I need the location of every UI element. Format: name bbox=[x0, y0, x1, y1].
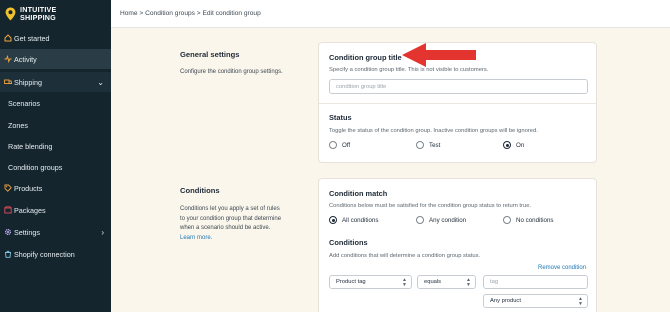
status-radio-on[interactable]: On bbox=[503, 141, 524, 149]
radio-circle[interactable] bbox=[329, 141, 337, 149]
match-radio-all[interactable]: All conditions bbox=[329, 216, 378, 224]
input-placeholder: condition group title bbox=[336, 83, 387, 90]
red-arrow-annotation bbox=[402, 43, 476, 67]
input-placeholder: tag bbox=[490, 279, 499, 285]
conditions-list-help: Add conditions that will determine a con… bbox=[329, 253, 481, 259]
sidebar-item-label: Get started bbox=[14, 33, 50, 43]
activity-icon bbox=[4, 55, 12, 63]
sidebar-item-label: Rate blending bbox=[8, 141, 53, 151]
condition-operator-select[interactable]: equals ▲ ▼ bbox=[417, 275, 476, 289]
condition-group-title-heading: Condition group title bbox=[329, 53, 402, 62]
condition-match-heading: Condition match bbox=[329, 189, 388, 198]
learn-more-link[interactable]: Learn more. bbox=[180, 234, 281, 244]
radio-label: No conditions bbox=[516, 216, 554, 224]
condition-value-input[interactable]: tag bbox=[483, 275, 588, 289]
status-heading: Status bbox=[329, 113, 352, 122]
conditions-description: Conditions let you apply a set of rules … bbox=[180, 205, 281, 243]
condition-scope-select[interactable]: Any product ▲ ▼ bbox=[483, 294, 588, 308]
sidebar-item-label: Scenarios bbox=[8, 98, 40, 108]
sidebar: INTUITIVE SHIPPING Get started Activity … bbox=[0, 0, 111, 312]
sidebar-item-scenarios[interactable]: Scenarios bbox=[0, 93, 111, 113]
radio-circle[interactable] bbox=[416, 216, 424, 224]
brand-name: INTUITIVE SHIPPING bbox=[20, 6, 57, 22]
description-line: when a scenario should be active. bbox=[180, 225, 271, 231]
condition-group-title-input[interactable]: condition group title bbox=[329, 79, 588, 94]
sidebar-item-packages[interactable]: Packages bbox=[0, 200, 111, 220]
gear-icon bbox=[4, 228, 12, 236]
radio-circle[interactable] bbox=[503, 216, 511, 224]
sidebar-item-label: Condition groups bbox=[8, 162, 63, 172]
description-line: to your condition group that determine bbox=[180, 215, 282, 222]
sidebar-item-shipping[interactable]: Shipping ⌄ bbox=[0, 72, 111, 92]
radio-label: Test bbox=[429, 141, 441, 149]
sidebar-item-get-started[interactable]: Get started bbox=[0, 28, 111, 48]
chevron-down-icon: ⌄ bbox=[97, 77, 104, 87]
conditions-title: Conditions bbox=[180, 186, 220, 195]
remove-condition-link[interactable]: Remove condition bbox=[538, 265, 586, 271]
select-arrows-icon: ▲ ▼ bbox=[402, 277, 407, 288]
sidebar-item-products[interactable]: Products bbox=[0, 178, 111, 198]
radio-circle-selected[interactable] bbox=[329, 216, 337, 224]
sidebar-item-label: Products bbox=[14, 183, 43, 193]
conditions-list-heading: Conditions bbox=[329, 238, 368, 247]
sidebar-item-condition-groups[interactable]: Condition groups bbox=[0, 157, 111, 177]
radio-circle[interactable] bbox=[416, 141, 424, 149]
general-settings-title: General settings bbox=[180, 50, 240, 59]
tag-icon bbox=[4, 184, 12, 192]
status-radio-off[interactable]: Off bbox=[329, 141, 350, 149]
sidebar-item-label: Shopify connection bbox=[14, 249, 75, 259]
status-radio-test[interactable]: Test bbox=[416, 141, 440, 149]
condition-field-select[interactable]: Product tag ▲ ▼ bbox=[329, 275, 412, 289]
sidebar-item-rate-blending[interactable]: Rate blending bbox=[0, 136, 111, 156]
sidebar-item-settings[interactable]: Settings › bbox=[0, 222, 111, 242]
radio-label: Off bbox=[342, 141, 351, 149]
radio-circle-selected[interactable] bbox=[503, 141, 511, 149]
sidebar-item-label: Shipping bbox=[14, 77, 42, 87]
top-header: Home > Condition groups > Edit condition… bbox=[111, 0, 670, 28]
sidebar-item-label: Settings bbox=[14, 227, 40, 237]
select-arrows-icon: ▲ ▼ bbox=[578, 296, 583, 307]
sidebar-item-zones[interactable]: Zones bbox=[0, 115, 111, 135]
shopify-icon bbox=[4, 250, 12, 258]
select-arrows-icon: ▲ ▼ bbox=[466, 277, 471, 288]
home-icon bbox=[4, 34, 12, 42]
radio-label: All conditions bbox=[342, 216, 379, 224]
select-value: Product tag bbox=[336, 279, 366, 285]
match-radio-none[interactable]: No conditions bbox=[503, 216, 554, 224]
truck-icon bbox=[4, 78, 12, 86]
location-pin-icon bbox=[5, 7, 16, 21]
select-value: Any product bbox=[490, 298, 521, 304]
sidebar-item-shopify-connection[interactable]: Shopify connection bbox=[0, 244, 111, 264]
logo[interactable]: INTUITIVE SHIPPING bbox=[0, 0, 111, 28]
chevron-right-icon: › bbox=[101, 227, 104, 237]
sidebar-item-label: Activity bbox=[14, 54, 37, 64]
status-help: Toggle the status of the condition group… bbox=[329, 128, 538, 134]
sidebar-item-label: Packages bbox=[14, 205, 46, 215]
radio-label: Any condition bbox=[429, 216, 467, 224]
sidebar-item-label: Zones bbox=[8, 120, 28, 130]
breadcrumb[interactable]: Home > Condition groups > Edit condition… bbox=[120, 10, 261, 17]
condition-match-help: Conditions below must be satisfied for t… bbox=[329, 203, 532, 209]
match-radio-any[interactable]: Any condition bbox=[416, 216, 466, 224]
conditions-card: Condition match Conditions below must be… bbox=[318, 178, 597, 312]
select-value: equals bbox=[424, 279, 442, 285]
divider bbox=[319, 103, 596, 104]
description-line: Conditions let you apply a set of rules bbox=[180, 206, 280, 212]
general-settings-description: Configure the condition group settings. bbox=[180, 69, 283, 75]
sidebar-item-activity[interactable]: Activity bbox=[0, 49, 111, 69]
brand-line-2: SHIPPING bbox=[20, 13, 56, 22]
radio-label: On bbox=[516, 141, 525, 149]
box-icon bbox=[4, 206, 12, 214]
